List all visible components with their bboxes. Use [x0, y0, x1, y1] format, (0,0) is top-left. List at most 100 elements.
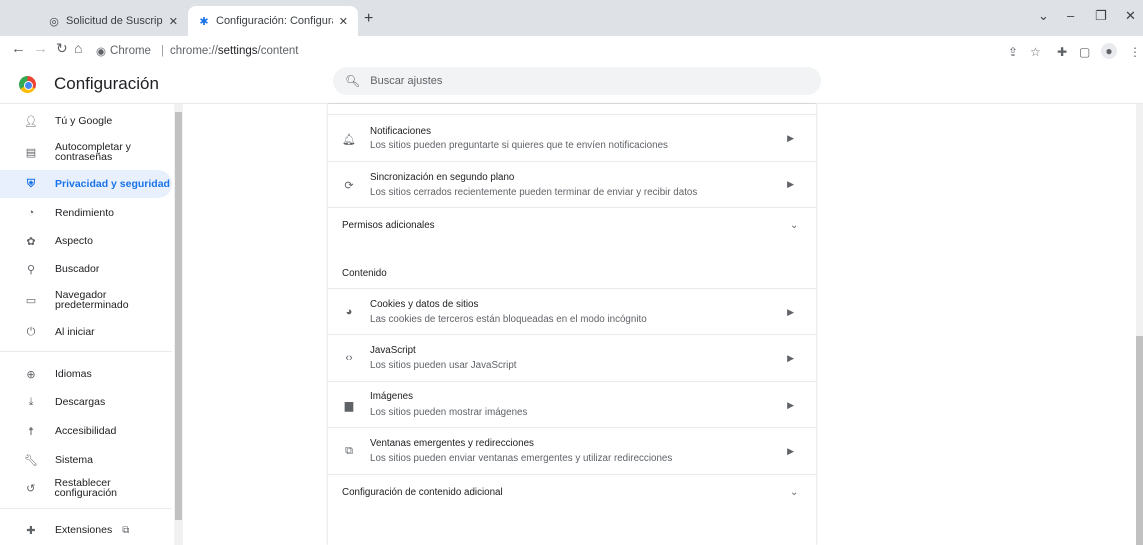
row-javascript[interactable]: ‹› JavaScript Los sitios pueden usar Jav… — [328, 335, 816, 382]
sidebar-item-label: Privacidad y seguridad — [55, 178, 170, 190]
chevron-right-icon: ▶ — [787, 179, 794, 189]
tab-settings[interactable]: ✱ Configuración: Configuración de ✕ — [188, 6, 358, 36]
back-icon[interactable]: ← — [11, 40, 26, 57]
sidebar-item-autofill[interactable]: ▤ Autocompletar y contraseñas — [0, 138, 172, 166]
reload-icon[interactable]: ↻ — [56, 40, 68, 57]
share-icon[interactable]: ⇪ — [1008, 45, 1018, 59]
restore-icon: ↺ — [26, 482, 36, 495]
content-section-title: Contenido — [342, 268, 387, 279]
page-scrollbar[interactable] — [1136, 104, 1143, 545]
row-subtitle: Los sitios cerrados recientemente pueden… — [370, 187, 698, 198]
sidebar-item-on-startup[interactable]: ⏻ Al iniciar — [0, 318, 172, 346]
sidebar-item-reset-settings[interactable]: ↺ Restablecer configuración — [0, 474, 172, 502]
row-notifications[interactable]: 🔔︎ Notificaciones Los sitios pueden preg… — [328, 115, 816, 162]
content-settings-card: 🔔︎ Notificaciones Los sitios pueden preg… — [328, 104, 816, 545]
new-tab-button[interactable]: + — [364, 10, 373, 28]
extensions-icon[interactable]: ✚ — [1057, 45, 1067, 59]
address-bar[interactable]: ◉ Chrome | chrome:// settings /content — [96, 40, 996, 62]
tab-strip: ◎ Solicitud de Suscripción de Deud ✕ ✱ C… — [0, 0, 1143, 36]
sidebar-item-extensions[interactable]: ✚ Extensiones ⧉ — [0, 516, 172, 544]
additional-permissions-toggle[interactable]: Permisos adicionales ⌄ — [342, 220, 798, 231]
sidebar-divider — [0, 351, 172, 352]
sidebar-item-label: Autocompletar y contraseñas — [55, 141, 131, 163]
row-subtitle: Los sitios pueden enviar ventanas emerge… — [370, 453, 673, 464]
minimize-icon[interactable]: – — [1067, 8, 1074, 23]
row-images[interactable]: ▆ Imágenes Los sitios pueden mostrar imá… — [328, 382, 816, 428]
sidebar-divider — [0, 508, 172, 509]
sidebar-scrollbar[interactable] — [174, 104, 183, 545]
tab-title: Configuración: Configuración de — [216, 15, 333, 27]
sidebar-item-you-and-google[interactable]: 👤︎ Tú y Google — [0, 107, 172, 135]
maximize-icon[interactable]: ❐ — [1095, 8, 1107, 24]
row-subtitle: Los sitios pueden mostrar imágenes — [370, 407, 528, 418]
shield-icon: ⛨ — [26, 177, 36, 190]
additional-content-toggle[interactable]: Configuración de contenido adicional ⌄ — [342, 487, 798, 498]
popup-icon: ⧉ — [345, 445, 353, 457]
palette-icon: ✿ — [26, 235, 36, 248]
sidebar-item-accessibility[interactable]: ☨ Accesibilidad — [0, 417, 172, 445]
bell-icon: 🔔︎ — [342, 134, 356, 146]
row-cookies[interactable]: ◕ Cookies y datos de sitios Las cookies … — [328, 288, 816, 335]
sidebar-item-performance[interactable]: ◔ Rendimiento — [0, 199, 172, 227]
row-subtitle: Las cookies de terceros están bloqueadas… — [370, 314, 647, 325]
page-title: Configuración — [54, 74, 159, 93]
external-link-icon: ⧉ — [122, 524, 130, 536]
sidebar-item-downloads[interactable]: ⤓ Descargas — [0, 388, 172, 416]
sidebar-item-search-engine[interactable]: ⚲ Buscador — [0, 255, 172, 283]
omnibox-separator: | — [160, 45, 164, 57]
tab-search-icon[interactable]: ⌄ — [1038, 8, 1049, 24]
row-background-sync[interactable]: ⟳ Sincronización en segundo plano Los si… — [328, 162, 816, 208]
sidebar-item-languages[interactable]: ⊕ Idiomas — [0, 360, 172, 388]
search-placeholder: Buscar ajustes — [370, 75, 443, 87]
sidebar-item-label: Al iniciar — [55, 326, 95, 338]
row-subtitle: Los sitios pueden preguntarte si quieres… — [370, 140, 668, 151]
home-icon[interactable]: ⌂ — [74, 40, 82, 56]
side-panel-icon[interactable]: ▢ — [1079, 45, 1090, 59]
chrome-icon: ◉ — [96, 46, 107, 58]
search-icon: 🔍︎ — [345, 74, 361, 88]
power-icon: ⏻ — [26, 325, 36, 338]
sidebar-item-label: Tú y Google — [55, 115, 113, 127]
sidebar-item-label: Accesibilidad — [55, 425, 117, 437]
sidebar-item-label: Buscador — [55, 263, 100, 275]
sidebar: 👤︎ Tú y Google ▤ Autocompletar y contras… — [0, 104, 183, 545]
bookmark-star-icon[interactable]: ☆ — [1030, 45, 1041, 59]
speedometer-icon: ◔ — [27, 207, 35, 219]
chevron-down-icon: ⌄ — [790, 220, 799, 231]
row-title: JavaScript — [370, 345, 416, 356]
forward-icon[interactable]: → — [33, 40, 48, 57]
chevron-right-icon: ▶ — [787, 133, 794, 143]
sync-icon: ⟳ — [344, 180, 354, 192]
menu-icon[interactable]: ⋮ — [1129, 45, 1141, 59]
sidebar-item-system[interactable]: 🔧︎ Sistema — [0, 446, 172, 474]
settings-header: Configuración 🔍︎ Buscar ajustes — [0, 66, 1143, 104]
clipped-row — [328, 104, 816, 115]
sidebar-item-privacy[interactable]: ⛨ Privacidad y seguridad — [0, 170, 172, 198]
close-icon[interactable]: ✕ — [169, 15, 178, 28]
sidebar-item-label: Navegador predeterminado — [55, 289, 129, 311]
browser-icon: ▭ — [25, 294, 37, 307]
sidebar-item-label: Extensiones — [55, 524, 113, 536]
gear-icon: ✱ — [199, 15, 209, 28]
row-title: Ventanas emergentes y redirecciones — [370, 438, 534, 449]
sidebar-item-label: Idiomas — [55, 368, 92, 380]
profile-avatar[interactable]: ● — [1101, 43, 1117, 59]
puzzle-icon: ✚ — [26, 524, 36, 537]
close-icon[interactable]: ✕ — [339, 15, 348, 28]
row-title: Notificaciones — [370, 126, 431, 137]
sidebar-item-label: Rendimiento — [55, 207, 114, 219]
search-input[interactable]: 🔍︎ Buscar ajustes — [333, 67, 821, 95]
image-icon: ▆ — [344, 400, 354, 412]
additional-content-label: Configuración de contenido adicional — [342, 487, 503, 498]
browser-toolbar: ← → ↻ ⌂ ◉ Chrome | chrome:// settings /c… — [0, 36, 1143, 66]
window-close-icon[interactable]: ✕ — [1125, 8, 1136, 24]
row-subtitle: Los sitios pueden usar JavaScript — [370, 360, 517, 371]
sidebar-item-default-browser[interactable]: ▭ Navegador predeterminado — [0, 286, 172, 314]
sidebar-scrollbar-thumb[interactable] — [175, 112, 182, 520]
sidebar-item-appearance[interactable]: ✿ Aspecto — [0, 227, 172, 255]
row-popups[interactable]: ⧉ Ventanas emergentes y redirecciones Lo… — [328, 428, 816, 475]
chevron-right-icon: ▶ — [787, 307, 794, 317]
page-scrollbar-thumb[interactable] — [1136, 336, 1143, 545]
chevron-right-icon: ▶ — [787, 353, 794, 363]
tab-subscription-request[interactable]: ◎ Solicitud de Suscripción de Deud ✕ — [38, 6, 188, 36]
